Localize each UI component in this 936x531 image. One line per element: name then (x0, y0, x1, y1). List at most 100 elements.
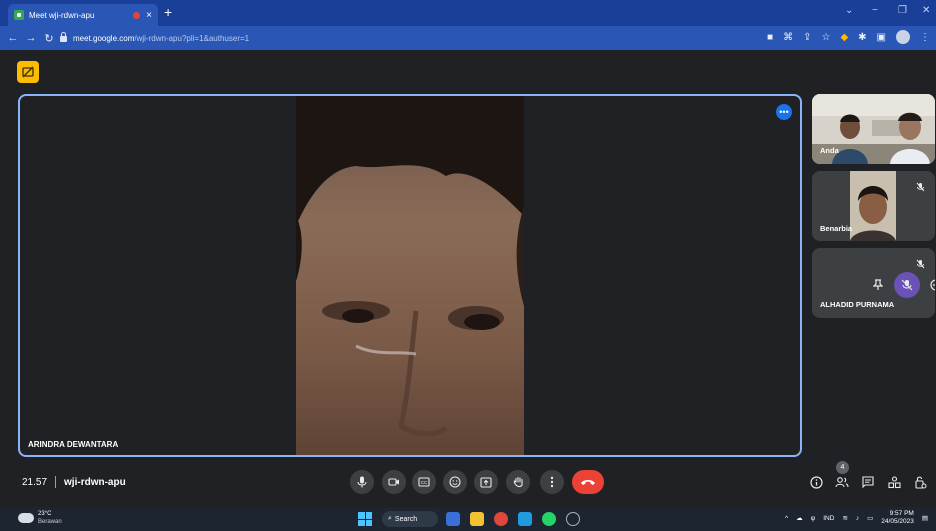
end-call-icon (581, 480, 595, 485)
microphone-button[interactable] (350, 470, 374, 494)
activities-button[interactable] (886, 474, 902, 490)
pin-icon[interactable] (868, 275, 888, 295)
camera-in-use-icon[interactable]: ■ (767, 32, 773, 43)
captions-off-indicator-icon[interactable] (17, 61, 39, 83)
chrome-icon[interactable] (494, 512, 508, 526)
taskbar-clock[interactable]: 9:57 PM 24/05/2023 (881, 510, 914, 526)
tile-more-options-button[interactable]: ••• (776, 104, 792, 120)
side-panel-icon[interactable]: ▣ (877, 32, 886, 43)
forward-icon[interactable]: → (22, 32, 40, 44)
main-video-tile[interactable]: ARINDRA DEWANTARA ••• (18, 94, 802, 457)
svg-text:CC: CC (421, 480, 428, 485)
app-circle-icon[interactable] (566, 512, 580, 526)
tab-close-icon[interactable]: × (146, 10, 152, 21)
back-icon[interactable]: ← (4, 32, 22, 44)
divider (55, 476, 57, 488)
share-icon[interactable]: ⇪ (803, 32, 811, 43)
meeting-clock: 21.57 (22, 476, 48, 488)
maximize-button[interactable]: ❐ (898, 5, 907, 16)
extensions-puzzle-icon[interactable]: ✱ (858, 32, 866, 43)
weather-widget[interactable]: 23°C Berawan (18, 510, 62, 526)
chat-icon (862, 476, 874, 488)
cloud-icon (18, 513, 34, 523)
clock-time: 9:57 PM (889, 510, 914, 517)
host-controls-button[interactable] (912, 474, 928, 490)
browser-tab-strip: Meet wji-rdwn-apu × + ⌄ − ❐ ✕ (0, 0, 936, 26)
meet-favicon-icon (14, 10, 24, 20)
browser-toolbar: ← → ↻ meet.google.com /wji-rdwn-apu?pli=… (0, 26, 936, 50)
close-window-button[interactable]: ✕ (922, 5, 930, 16)
captions-icon: CC (418, 477, 430, 487)
wifi-icon[interactable]: ≋ (842, 514, 847, 522)
participant-tile-anda[interactable]: Anda (812, 94, 935, 164)
clock-date: 24/05/2023 (881, 518, 914, 525)
participant-name-anda: Anda (820, 146, 839, 155)
participant-name-benarbia: Benarbia (820, 224, 853, 233)
onedrive-cloud-icon[interactable]: ☁ (796, 514, 803, 522)
info-icon (809, 475, 823, 489)
main-participant-video (296, 96, 524, 455)
recording-indicator-icon (133, 11, 141, 19)
camera-icon (388, 478, 399, 486)
battery-icon[interactable]: ▭ (867, 514, 873, 522)
meeting-details: 21.57 wji-rdwn-apu (22, 476, 126, 488)
chat-button[interactable] (860, 474, 876, 490)
reload-icon[interactable]: ↻ (40, 32, 58, 45)
send-reaction-button[interactable] (443, 470, 467, 494)
camera-button[interactable] (382, 470, 406, 494)
activities-icon (887, 475, 901, 488)
captions-button[interactable]: CC (412, 470, 436, 494)
tab-title: Meet wji-rdwn-apu (29, 10, 95, 20)
lock-icon (60, 32, 67, 42)
more-options-button[interactable] (540, 470, 564, 494)
file-explorer-icon[interactable] (470, 512, 484, 526)
taskbar-search[interactable]: ⌕ Search (382, 511, 438, 527)
toolbar-icons: ■ ⌘ ⇪ ☆ ◆ ✱ ▣ ⋮ (767, 30, 930, 44)
present-icon (480, 476, 492, 488)
show-everyone-button[interactable] (834, 474, 850, 490)
extension-icon[interactable]: ◆ (840, 32, 848, 43)
leave-call-button[interactable] (572, 470, 604, 494)
volume-icon[interactable]: ♪ (856, 515, 859, 522)
mic-icon (357, 476, 367, 488)
address-bar[interactable]: meet.google.com /wji-rdwn-apu?pli=1&auth… (60, 30, 740, 46)
translate-icon[interactable]: ⌘ (783, 32, 793, 43)
weather-temperature: 23°C (38, 511, 52, 517)
meeting-details-button[interactable] (808, 474, 824, 490)
profile-avatar[interactable] (896, 30, 910, 44)
raise-hand-button[interactable] (506, 470, 530, 494)
system-tray: ^ ☁ ψ IND ≋ ♪ ▭ 9:57 PM 24/05/2023 ▤ (785, 510, 928, 526)
participant-name-alhadid-purnama: ALHADID PURNAMA (820, 300, 895, 309)
muted-mic-icon (916, 179, 925, 197)
raise-hand-icon (513, 476, 523, 488)
participant-tile-alhadid-purnama[interactable]: ALHADID PURNAMA (812, 248, 935, 318)
windows-taskbar: 23°C Berawan ⌕ Search ^ ☁ ψ IND ≋ ♪ ▭ 9:… (0, 507, 936, 531)
tile-hover-controls (868, 272, 935, 298)
more-vert-icon (550, 476, 554, 488)
tab-search-icon[interactable]: ⌄ (845, 5, 853, 16)
bookmark-star-icon[interactable]: ☆ (821, 32, 830, 43)
search-icon: ⌕ (388, 515, 392, 522)
whatsapp-icon[interactable] (542, 512, 556, 526)
browser-tab-meet[interactable]: Meet wji-rdwn-apu × (8, 4, 158, 26)
people-icon (835, 477, 849, 488)
remove-participant-icon[interactable] (926, 275, 935, 295)
show-hidden-icons-icon[interactable]: ^ (785, 515, 788, 522)
app-l-icon[interactable] (518, 512, 532, 526)
notifications-icon[interactable]: ▤ (922, 514, 928, 522)
meeting-code: wji-rdwn-apu (64, 476, 126, 488)
participant-tile-benarbia[interactable]: Benarbia (812, 171, 935, 241)
usb-icon[interactable]: ψ (811, 515, 816, 522)
weather-description: Berawan (38, 519, 62, 525)
browser-menu-icon[interactable]: ⋮ (920, 32, 930, 43)
mute-participant-icon[interactable] (894, 272, 920, 298)
input-language[interactable]: IND (823, 515, 834, 522)
task-view-icon[interactable] (446, 512, 460, 526)
participant-video-benarbia (850, 171, 896, 241)
search-label: Search (394, 515, 418, 523)
minimize-button[interactable]: − (872, 5, 878, 16)
new-tab-button[interactable]: + (164, 5, 172, 19)
present-screen-button[interactable] (474, 470, 498, 494)
windows-start-icon[interactable] (358, 512, 372, 526)
people-count-badge: 4 (836, 461, 849, 474)
